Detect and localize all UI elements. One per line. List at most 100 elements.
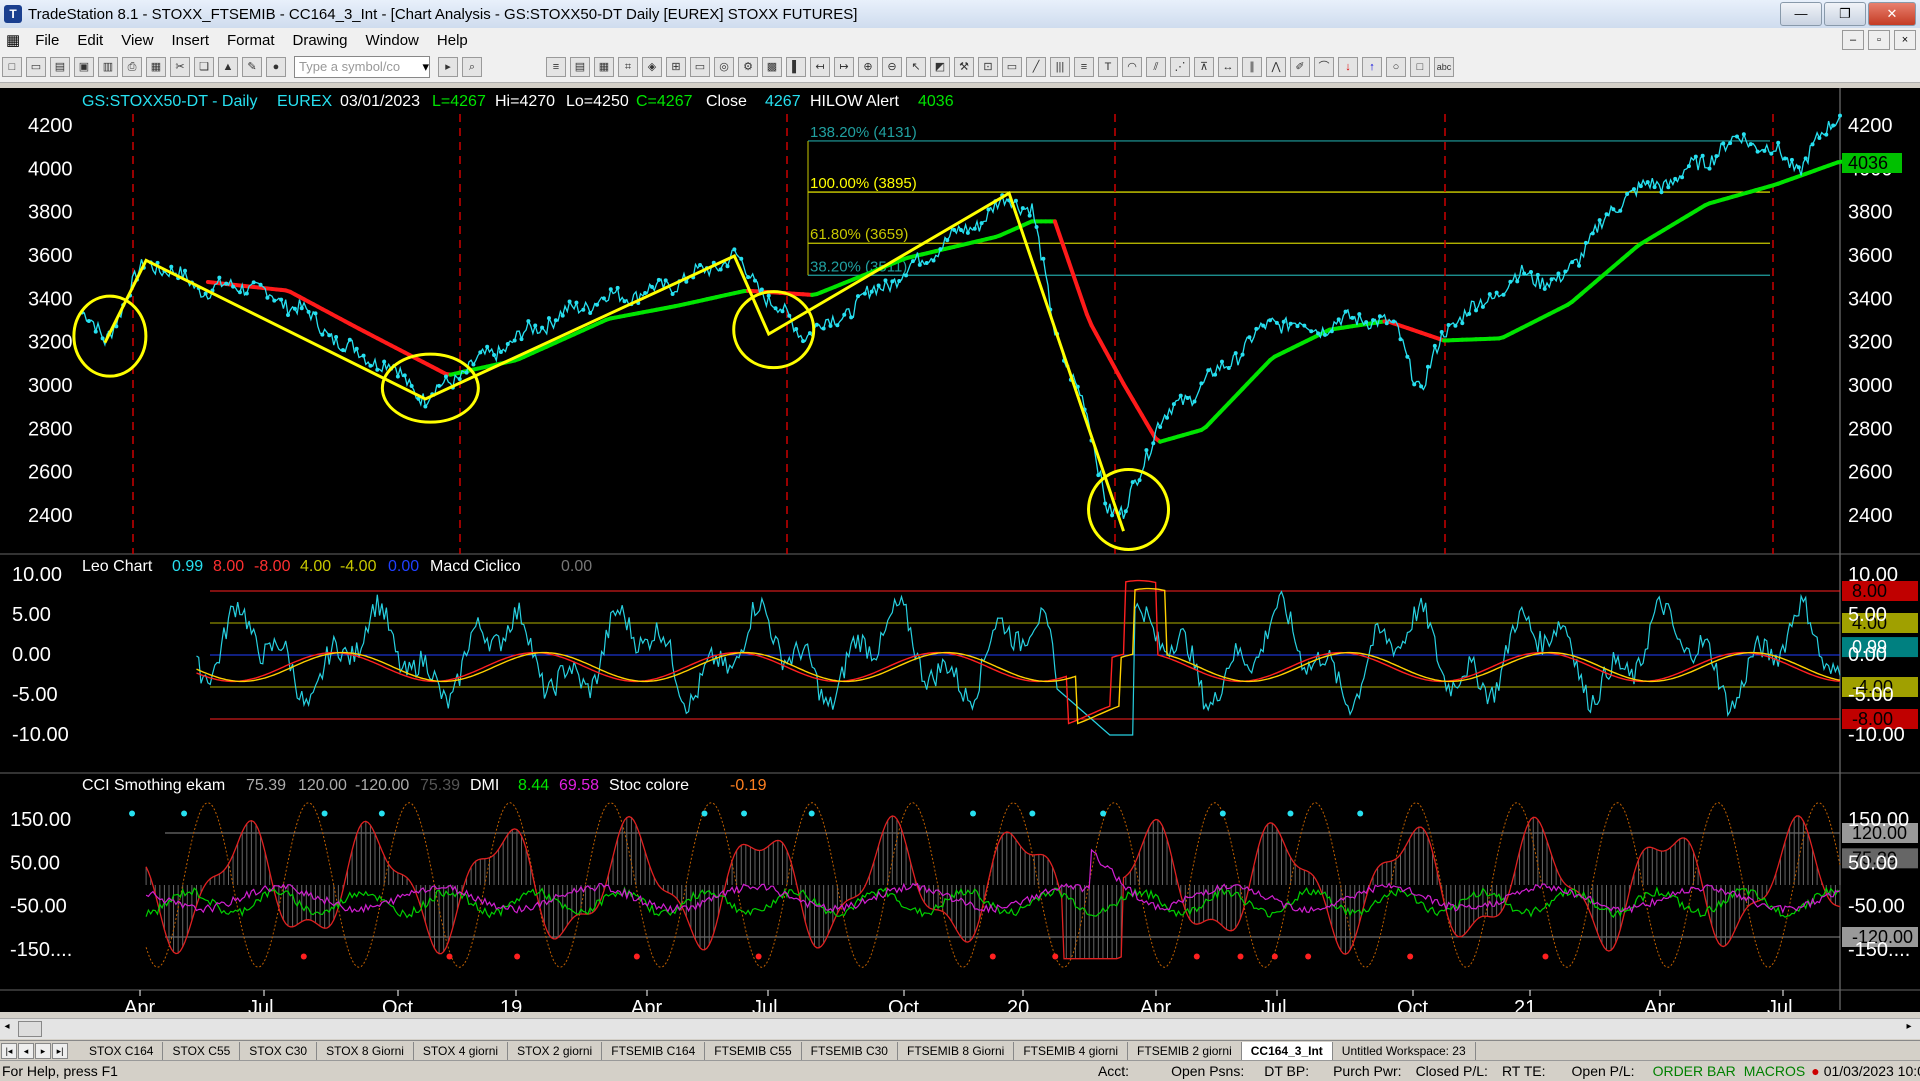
horizontal-lines-icon[interactable]: ≡ xyxy=(1074,57,1094,77)
scroll-right-arrow-icon[interactable]: ▸ xyxy=(1902,1021,1916,1035)
options-icon[interactable]: ◈ xyxy=(642,57,662,77)
copy-icon[interactable]: ❏ xyxy=(194,57,214,77)
tab-stox-c164[interactable]: STOX C164 xyxy=(80,1042,163,1060)
open-icon[interactable]: ▭ xyxy=(26,57,46,77)
bar-chart-icon[interactable]: ▌ xyxy=(786,57,806,77)
fan-icon[interactable]: ⋰ xyxy=(1170,57,1190,77)
symbol-go-icon[interactable]: ▸ xyxy=(438,57,458,77)
new-icon[interactable]: □ xyxy=(2,57,22,77)
leo-oscillator[interactable]: 8.004.000.99-4.00-8.00 xyxy=(197,581,1919,735)
time-axis[interactable]: AprJulOct19AprJulOct20AprJulOct21AprJul xyxy=(124,990,1793,1012)
menu-insert[interactable]: Insert xyxy=(162,32,218,49)
minimize-button[interactable]: — xyxy=(1780,2,1822,26)
strategy-icon[interactable]: ⚙ xyxy=(738,57,758,77)
close-button[interactable]: ✕ xyxy=(1868,2,1916,26)
tab-stox-2-giorni[interactable]: STOX 2 giorni xyxy=(508,1042,602,1060)
horizontal-scrollbar[interactable]: ◂ ▸ xyxy=(0,1018,1920,1039)
menu-format[interactable]: Format xyxy=(218,32,284,49)
tab-next-icon[interactable]: ▸ xyxy=(35,1043,51,1059)
tab-ftsemib-c30[interactable]: FTSEMIB C30 xyxy=(802,1042,898,1060)
chart-analysis-window[interactable]: 138.20% (4131)100.00% (3895)61.80% (3659… xyxy=(0,88,1920,1012)
up-arrow-icon[interactable]: ↑ xyxy=(1362,57,1382,77)
fib-icon[interactable]: ⊼ xyxy=(1194,57,1214,77)
tab-ftsemib-4-giorni[interactable]: FTSEMIB 4 giorni xyxy=(1014,1042,1128,1060)
menu-drawing[interactable]: Drawing xyxy=(284,32,357,49)
menu-window[interactable]: Window xyxy=(357,32,428,49)
insert-icon[interactable]: ▭ xyxy=(1002,57,1022,77)
tab-prev-icon[interactable]: ◂ xyxy=(18,1043,34,1059)
scrollbar-thumb[interactable] xyxy=(18,1021,42,1037)
price-axis-right[interactable]: 4200400038003600340032003000280026002400 xyxy=(1848,115,1893,527)
new-workspace-icon[interactable]: ▤ xyxy=(50,57,70,77)
print-icon[interactable]: ⎙ xyxy=(122,57,142,77)
zoom-out-icon[interactable]: ⊖ xyxy=(882,57,902,77)
down-arrow-icon[interactable]: ↓ xyxy=(1338,57,1358,77)
tools-icon[interactable]: ⚒ xyxy=(954,57,974,77)
news-icon[interactable]: ▭ xyxy=(690,57,710,77)
tab-first-icon[interactable]: |◂ xyxy=(1,1043,17,1059)
rectangle-icon[interactable]: □ xyxy=(1410,57,1430,77)
status-macros[interactable]: MACROS xyxy=(1744,1063,1805,1079)
time-sales-icon[interactable]: ⊞ xyxy=(666,57,686,77)
tab-untitled-workspace[interactable]: Untitled Workspace: 23 xyxy=(1333,1042,1476,1060)
symbol-input[interactable]: Type a symbol/co▾ xyxy=(294,56,430,78)
curve-icon[interactable]: ⌒ xyxy=(1314,57,1334,77)
text-label-icon[interactable]: abc xyxy=(1434,57,1454,77)
menu-view[interactable]: View xyxy=(112,32,162,49)
status-order-bar[interactable]: ORDER BAR xyxy=(1653,1063,1736,1079)
tab-cc164-3-int[interactable]: CC164_3_Int xyxy=(1242,1042,1333,1060)
zoom-in-icon[interactable]: ⊕ xyxy=(858,57,878,77)
mdi-minimize-button[interactable]: – xyxy=(1842,30,1864,50)
print-preview-icon[interactable]: ▦ xyxy=(146,57,166,77)
trendline-icon[interactable]: ╱ xyxy=(1026,57,1046,77)
arrow-icon[interactable]: ↔ xyxy=(1218,57,1238,77)
menu-help[interactable]: Help xyxy=(428,32,477,49)
cut-icon[interactable]: ✂ xyxy=(170,57,190,77)
scanner-icon[interactable]: ⌗ xyxy=(618,57,638,77)
mdi-close-button[interactable]: × xyxy=(1894,30,1916,50)
format-icon[interactable]: ⊡ xyxy=(978,57,998,77)
app-menu-icon[interactable]: ▦ xyxy=(0,31,26,49)
tab-stox-8-giorni[interactable]: STOX 8 Giorni xyxy=(317,1042,414,1060)
scroll-right-icon[interactable]: ↦ xyxy=(834,57,854,77)
save-icon[interactable]: ▣ xyxy=(74,57,94,77)
chart-canvas[interactable]: 138.20% (4131)100.00% (3895)61.80% (3659… xyxy=(0,88,1920,1012)
alerts-icon[interactable]: ◎ xyxy=(714,57,734,77)
scroll-left-icon[interactable]: ↤ xyxy=(810,57,830,77)
cci-oscillator[interactable]: 120.0075.39-120.00 xyxy=(129,803,1918,968)
draw-select-icon[interactable]: ◩ xyxy=(930,57,950,77)
text-icon[interactable]: T xyxy=(1098,57,1118,77)
easy-language-icon[interactable]: ▩ xyxy=(762,57,782,77)
tab-last-icon[interactable]: ▸| xyxy=(52,1043,68,1059)
scroll-left-arrow-icon[interactable]: ◂ xyxy=(0,1021,14,1035)
maximize-button[interactable]: ❐ xyxy=(1824,2,1866,26)
andrew-icon[interactable]: ⋀ xyxy=(1266,57,1286,77)
tab-stox-c30[interactable]: STOX C30 xyxy=(240,1042,317,1060)
save-all-icon[interactable]: ▥ xyxy=(98,57,118,77)
chart-analysis-icon[interactable]: ≡ xyxy=(546,57,566,77)
ellipse-icon[interactable]: ○ xyxy=(1386,57,1406,77)
tab-ftsemib-c55[interactable]: FTSEMIB C55 xyxy=(705,1042,801,1060)
vertical-lines-icon[interactable]: ||| xyxy=(1050,57,1070,77)
tab-ftsemib-8-giorni[interactable]: FTSEMIB 8 Giorni xyxy=(898,1042,1014,1060)
tab-stox-c55[interactable]: STOX C55 xyxy=(163,1042,240,1060)
tab-ftsemib-2-giorni[interactable]: FTSEMIB 2 giorni xyxy=(1128,1042,1242,1060)
symbol-dropdown-icon[interactable]: ▾ xyxy=(422,57,429,77)
tab-stox-4-giorni[interactable]: STOX 4 giorni xyxy=(414,1042,508,1060)
symbol-lookup-icon[interactable]: ⌕ xyxy=(462,57,482,77)
parallel-icon[interactable]: ∥ xyxy=(1242,57,1262,77)
lock-icon[interactable]: ▲ xyxy=(218,57,238,77)
menu-edit[interactable]: Edit xyxy=(68,32,112,49)
mdi-restore-button[interactable]: ▫ xyxy=(1868,30,1890,50)
radar-screen-icon[interactable]: ▤ xyxy=(570,57,590,77)
pen-icon[interactable]: ✐ xyxy=(1290,57,1310,77)
tab-ftsemib-c164[interactable]: FTSEMIB C164 xyxy=(602,1042,705,1060)
globe-icon[interactable]: ● xyxy=(266,57,286,77)
matrix-icon[interactable]: ▦ xyxy=(594,57,614,77)
menu-file[interactable]: File xyxy=(26,32,68,49)
paint-icon[interactable]: ✎ xyxy=(242,57,262,77)
pointer-icon[interactable]: ↖ xyxy=(906,57,926,77)
channel-icon[interactable]: ⫽ xyxy=(1146,57,1166,77)
arc-icon[interactable]: ◠ xyxy=(1122,57,1142,77)
price-axis[interactable]: 4200400038003600340032003000280026002400 xyxy=(28,115,73,527)
